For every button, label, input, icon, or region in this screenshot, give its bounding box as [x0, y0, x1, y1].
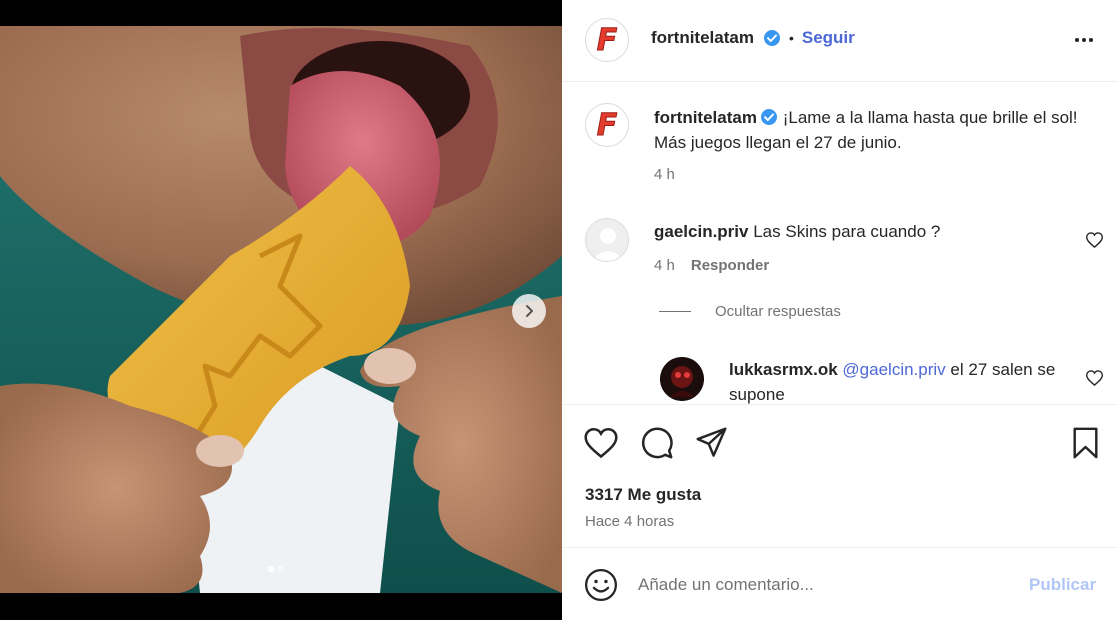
emoji-smiley-icon[interactable]: [584, 568, 618, 602]
fortnite-logo-icon: F: [596, 22, 618, 58]
author-avatar[interactable]: F: [585, 18, 629, 62]
reply-author-avatar[interactable]: [660, 357, 704, 401]
post-media-area: [0, 0, 562, 620]
comment-meta: 4 h Responder: [654, 257, 769, 274]
reply-button[interactable]: Responder: [691, 257, 769, 274]
more-options-icon[interactable]: [1070, 28, 1098, 52]
carousel-dot: [278, 566, 284, 572]
comment-bubble-icon[interactable]: [640, 426, 674, 460]
post-photo[interactable]: [0, 26, 562, 593]
hide-replies-label: Ocultar respuestas: [715, 303, 841, 320]
commenter-avatar[interactable]: [585, 218, 629, 262]
comments-section: F fortnitelatam ¡Lame a la llama hasta q…: [562, 83, 1118, 404]
author-username[interactable]: fortnitelatam: [651, 28, 754, 48]
carousel-indicator: [268, 566, 284, 572]
comment-timestamp: 4 h: [654, 257, 675, 274]
comment-text: Las Skins para cuando ?: [753, 222, 941, 241]
caption-text-block: fortnitelatam ¡Lame a la llama hasta que…: [654, 105, 1084, 155]
bookmark-icon[interactable]: [1072, 426, 1099, 460]
comment-composer: Publicar: [562, 549, 1118, 620]
verified-badge-icon: [760, 109, 777, 125]
header-user-info: fortnitelatam • Seguir: [651, 28, 855, 48]
caption-timestamp: 4 h: [654, 166, 675, 183]
reply-text-block: lukkasrmx.ok @gaelcin.priv el 27 salen s…: [729, 357, 1079, 404]
divider-line: [659, 311, 691, 312]
post-header: F fortnitelatam • Seguir: [562, 0, 1118, 82]
hide-replies-button[interactable]: Ocultar respuestas: [659, 303, 841, 320]
publish-button[interactable]: Publicar: [1029, 575, 1096, 595]
follow-button[interactable]: Seguir: [802, 28, 855, 48]
likes-count[interactable]: 3317 Me gusta: [585, 485, 701, 505]
default-avatar-icon: [592, 228, 624, 261]
heart-icon[interactable]: [1086, 370, 1103, 386]
separator-dot: •: [788, 30, 794, 46]
reply-mention-link[interactable]: @gaelcin.priv: [842, 360, 945, 379]
post-time-ago: Hace 4 horas: [585, 513, 675, 530]
carousel-dot-active: [268, 566, 274, 572]
heart-icon[interactable]: [1086, 232, 1103, 248]
paper-plane-icon[interactable]: [695, 426, 728, 459]
comment-input[interactable]: [638, 571, 1008, 599]
avatar-image-icon: [660, 357, 704, 401]
carousel-next-button[interactable]: [512, 294, 546, 328]
heart-icon[interactable]: [584, 427, 618, 459]
comment-username[interactable]: gaelcin.priv: [654, 222, 748, 241]
reply-username[interactable]: lukkasrmx.ok: [729, 360, 838, 379]
fortnite-logo-icon: F: [596, 107, 618, 143]
post-side-panel: F fortnitelatam • Seguir F fortnitelatam…: [562, 0, 1118, 620]
post-actions-section: 3317 Me gusta Hace 4 horas: [562, 404, 1118, 548]
verified-badge-icon: [763, 30, 780, 46]
comment-text-block: gaelcin.priv Las Skins para cuando ?: [654, 219, 1074, 244]
caption-username[interactable]: fortnitelatam: [654, 108, 757, 127]
chevron-right-icon: [526, 305, 533, 317]
caption-author-avatar[interactable]: F: [585, 103, 629, 147]
